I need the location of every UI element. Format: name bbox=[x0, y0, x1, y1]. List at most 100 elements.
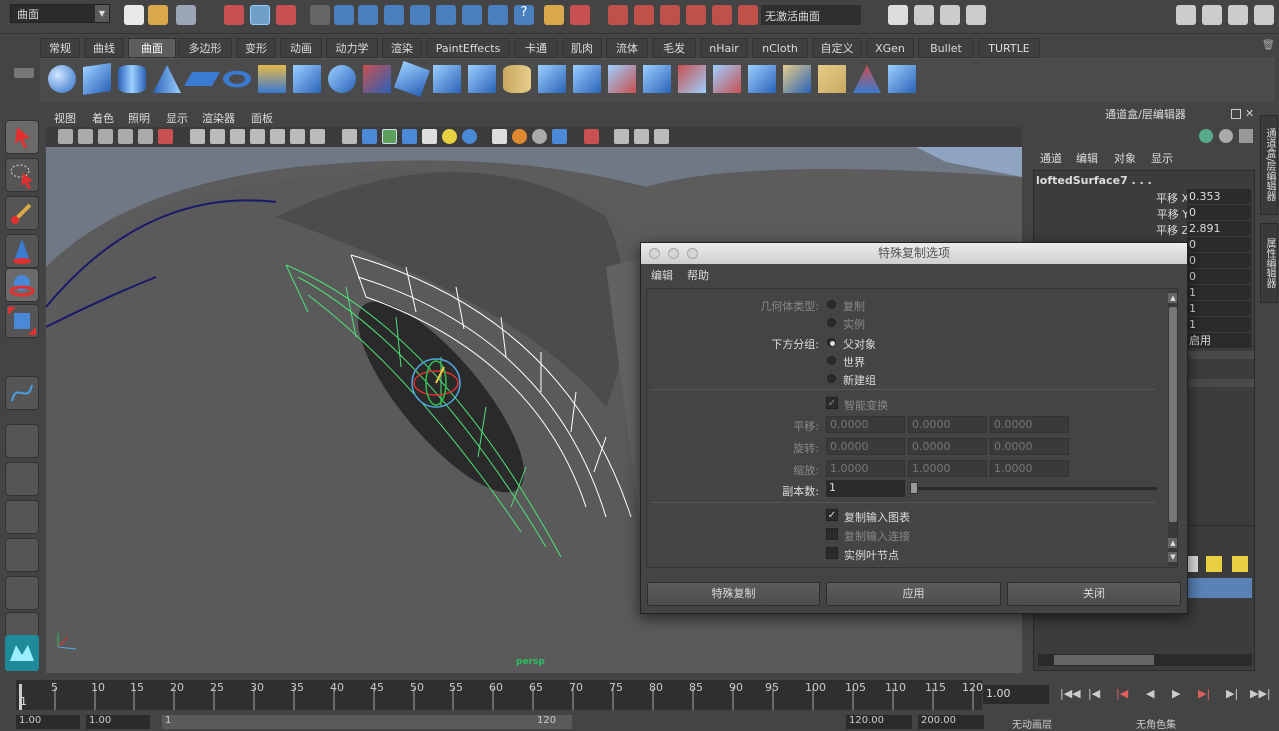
save-scene-icon[interactable] bbox=[176, 5, 196, 25]
channel-value[interactable]: 2.891 bbox=[1187, 221, 1251, 236]
extrude-icon[interactable] bbox=[363, 65, 391, 93]
menu-shading[interactable]: 着色 bbox=[92, 110, 114, 126]
time-slider[interactable]: 1 5 10 15 20 25 30 35 40 45 50 55 60 65 … bbox=[16, 680, 983, 710]
translate-x-field[interactable]: 0.0000 bbox=[826, 416, 905, 433]
move-tool[interactable] bbox=[5, 234, 39, 268]
layer-scroll-thumb[interactable] bbox=[1054, 655, 1154, 665]
channel-value[interactable]: 1 bbox=[1187, 285, 1251, 300]
wireframe-icon[interactable] bbox=[210, 129, 225, 144]
tab-channel-box[interactable]: 通道盒/层编辑器 bbox=[1260, 115, 1278, 215]
channel-value[interactable]: 0 bbox=[1187, 237, 1251, 252]
project-curve-icon[interactable] bbox=[573, 65, 601, 93]
copies-slider-track[interactable] bbox=[910, 487, 1157, 490]
play-backwards-icon[interactable]: ◀ bbox=[1146, 687, 1154, 700]
character-set-menu[interactable]: 无角色集 bbox=[1136, 716, 1176, 731]
channel-box-mode-icon[interactable] bbox=[1199, 129, 1213, 143]
cb-menu-object[interactable]: 对象 bbox=[1114, 150, 1136, 166]
sculpt-geometry-icon[interactable] bbox=[853, 65, 881, 93]
shelf-tab[interactable]: 常规 bbox=[40, 38, 80, 58]
go-to-start-icon[interactable]: |◀◀ bbox=[1060, 687, 1081, 700]
lasso-tool[interactable] bbox=[5, 158, 39, 192]
layout-persp-graph-icon[interactable] bbox=[5, 538, 39, 572]
attribute-editor-toggle-icon[interactable] bbox=[1202, 5, 1222, 25]
apply-button[interactable]: 应用 bbox=[826, 582, 1001, 606]
channel-row[interactable]: 平移 Z 2.891 bbox=[1133, 221, 1251, 237]
grease-pencil-icon[interactable] bbox=[138, 129, 153, 144]
new-scene-icon[interactable] bbox=[124, 5, 144, 25]
camera-select-icon[interactable] bbox=[58, 129, 73, 144]
float-icon[interactable] bbox=[1231, 109, 1241, 119]
dialog-menu-help[interactable]: 帮助 bbox=[687, 267, 709, 283]
channel-value[interactable]: 0 bbox=[1187, 253, 1251, 268]
dialog-menu-edit[interactable]: 编辑 bbox=[651, 267, 673, 283]
detach-icon[interactable] bbox=[678, 65, 706, 93]
default-material-icon[interactable] bbox=[402, 129, 417, 144]
xray-active-icon[interactable] bbox=[382, 129, 397, 144]
duplicate-special-button[interactable]: 特殊复制 bbox=[647, 582, 820, 606]
scroll-up-icon[interactable]: ▲ bbox=[1168, 538, 1177, 548]
camera-attributes-icon[interactable] bbox=[78, 129, 93, 144]
shelf-tab[interactable]: 多边形 bbox=[178, 38, 232, 58]
smart-transform-checkbox[interactable]: ✓ bbox=[826, 397, 838, 409]
shelf-tab[interactable]: 流体 bbox=[606, 38, 648, 58]
motion-blur-icon[interactable] bbox=[532, 129, 547, 144]
field-chart-icon[interactable] bbox=[634, 129, 649, 144]
select-rendering-icon[interactable] bbox=[488, 5, 508, 25]
scale-z-field[interactable]: 1.0000 bbox=[990, 460, 1069, 477]
depth-of-field-icon[interactable] bbox=[492, 129, 507, 144]
trash-icon[interactable]: 🗑 bbox=[1262, 40, 1275, 52]
select-handles-icon[interactable] bbox=[334, 5, 354, 25]
lights-icon[interactable] bbox=[310, 129, 325, 144]
rotate-y-field[interactable]: 0.0000 bbox=[908, 438, 987, 455]
step-back-frame-icon[interactable]: |◀ bbox=[1088, 687, 1100, 700]
select-component-icon[interactable] bbox=[276, 5, 296, 25]
copies-slider-handle[interactable] bbox=[910, 482, 918, 494]
no-live-surface-field[interactable]: 无激活曲面 bbox=[761, 5, 861, 25]
cb-menu-channels[interactable]: 通道 bbox=[1040, 150, 1062, 166]
nurbs-torus-icon[interactable] bbox=[223, 70, 251, 88]
highlight-selection-icon[interactable] bbox=[570, 5, 590, 25]
ipr-render-icon[interactable] bbox=[940, 5, 960, 25]
snap-view-plane-icon[interactable] bbox=[686, 5, 706, 25]
copies-field[interactable]: 1 bbox=[826, 480, 905, 497]
menu-panels[interactable]: 面板 bbox=[251, 110, 273, 126]
safe-action-icon[interactable] bbox=[654, 129, 669, 144]
step-forward-key-icon[interactable]: ▶| bbox=[1198, 687, 1210, 700]
xray-icon[interactable] bbox=[270, 129, 285, 144]
shelf-tab[interactable]: 变形 bbox=[236, 38, 276, 58]
select-hierarchy-icon[interactable] bbox=[224, 5, 244, 25]
resolution-gate-icon[interactable] bbox=[584, 129, 599, 144]
curve-tool[interactable] bbox=[5, 376, 39, 410]
select-object-icon[interactable] bbox=[250, 5, 270, 25]
channel-row[interactable]: 平移 Y0 bbox=[1133, 205, 1251, 221]
step-back-key-icon[interactable]: |◀ bbox=[1116, 687, 1128, 700]
mask-icon[interactable] bbox=[310, 5, 330, 25]
insert-isoparm-icon[interactable] bbox=[783, 65, 811, 93]
lock-selection-icon[interactable] bbox=[544, 5, 564, 25]
close-button[interactable]: 关闭 bbox=[1007, 582, 1181, 606]
checker-icon[interactable] bbox=[422, 129, 437, 144]
attach-icon[interactable] bbox=[713, 65, 741, 93]
dup-input-graph-checkbox[interactable]: ✓ bbox=[826, 509, 838, 521]
step-forward-frame-icon[interactable]: ▶| bbox=[1226, 687, 1238, 700]
window-zoom-button[interactable] bbox=[687, 248, 698, 259]
rotate-tool[interactable] bbox=[5, 268, 39, 302]
channel-value[interactable]: 启用 bbox=[1187, 333, 1251, 348]
shelf-tab[interactable]: 曲线 bbox=[84, 38, 124, 58]
shadows-icon[interactable] bbox=[462, 129, 477, 144]
open-scene-icon[interactable] bbox=[148, 5, 168, 25]
layer-scrollbar[interactable] bbox=[1038, 654, 1252, 666]
layout-four-icon[interactable] bbox=[5, 462, 39, 496]
shelf-tab[interactable]: nCloth bbox=[752, 38, 808, 58]
smooth-shade-icon[interactable] bbox=[230, 129, 245, 144]
close-icon[interactable]: ✕ bbox=[1245, 107, 1254, 120]
play-forwards-icon[interactable]: ▶ bbox=[1172, 687, 1180, 700]
image-plane-icon[interactable] bbox=[118, 129, 133, 144]
shelf-tab[interactable]: 卡通 bbox=[514, 38, 558, 58]
window-close-button[interactable] bbox=[649, 248, 660, 259]
light-bulb-icon[interactable] bbox=[442, 129, 457, 144]
current-time-field[interactable]: 1.00 bbox=[983, 685, 1049, 704]
scroll-down-icon[interactable]: ▼ bbox=[1168, 552, 1177, 562]
scale-x-field[interactable]: 1.0000 bbox=[826, 460, 905, 477]
go-to-end-icon[interactable]: ▶▶| bbox=[1250, 687, 1271, 700]
